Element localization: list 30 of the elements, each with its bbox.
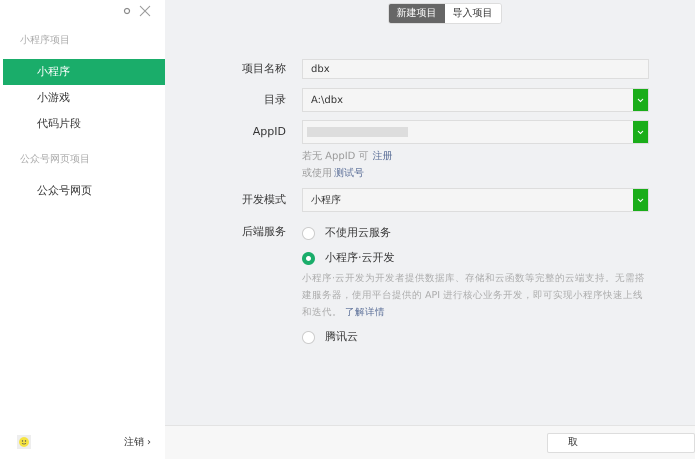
test-account-link[interactable]: 测试号 (334, 165, 364, 182)
cancel-button[interactable]: 取 (547, 432, 695, 452)
learn-more-link[interactable]: 了解详情 (345, 307, 386, 318)
option-label: 不使用云服务 (325, 224, 391, 241)
sidebar-group-title: 小程序项目 (19, 34, 71, 48)
field-label: AppID (252, 124, 286, 140)
smiley-avatar-icon (17, 435, 31, 449)
option-label: 腾讯云 (325, 328, 358, 345)
field-label: 后端服务 (241, 224, 286, 240)
sidebar-group-title: 公众号网页项目 (19, 153, 91, 167)
radio-button[interactable] (302, 330, 315, 344)
field-label: 项目名称 (241, 60, 286, 77)
register-link[interactable]: 注册 (372, 148, 393, 165)
radio-button[interactable] (302, 226, 315, 240)
sidebar-item[interactable]: 公众号网页 (3, 178, 165, 204)
sidebar-item[interactable]: 代码片段 (3, 111, 165, 137)
sidebar-item[interactable]: 小游戏 (3, 85, 165, 111)
hint-text: 或使用 (302, 166, 332, 181)
radio-button[interactable] (302, 252, 315, 264)
tab[interactable]: 导入项目 (444, 4, 500, 23)
settings-icon[interactable] (123, 6, 131, 14)
project-name-field[interactable]: dbx (302, 59, 649, 79)
field-label: 目录 (263, 92, 286, 108)
logout-link[interactable]: 注销 › (124, 434, 151, 450)
tab[interactable]: 新建项目 (388, 4, 444, 23)
field-label: 开发模式 (241, 192, 286, 208)
hint-text: 若无 AppID 可 (302, 150, 369, 164)
close-icon[interactable] (139, 4, 151, 16)
option-description: 小程序·云开发为开发者提供数据库、存储和云函数等完整的云端支持。无需搭建服务器，使用平台提供的 API 进行核心业务开发，即可实现小程序快速上线和迭代。 了解详情 (302, 272, 646, 320)
option-label: 小程序·云开发 (325, 250, 394, 266)
